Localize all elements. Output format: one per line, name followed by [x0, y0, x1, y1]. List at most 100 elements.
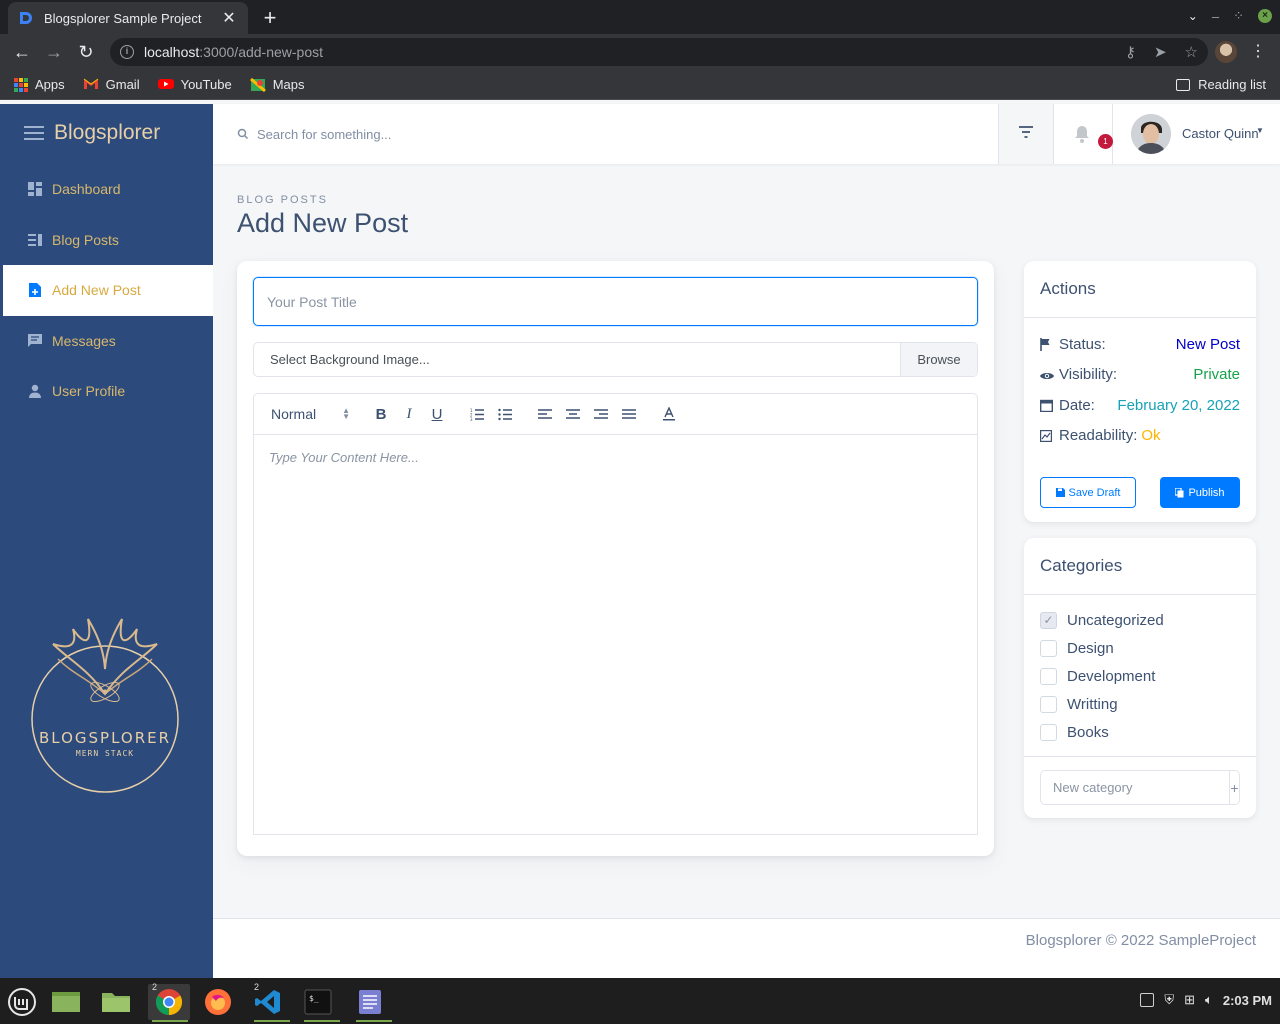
star-icon[interactable]: ☆	[1185, 43, 1198, 61]
align-justify-icon[interactable]	[615, 402, 643, 426]
sidebar-item-label: Messages	[52, 332, 116, 349]
user-menu-caret-icon[interactable]: ▼	[1256, 126, 1264, 135]
flag-icon	[1040, 337, 1053, 351]
notifications-button[interactable]: 1	[1053, 104, 1113, 164]
reading-list-icon	[1176, 78, 1191, 91]
bookmark-maps[interactable]: Maps	[249, 77, 304, 92]
ordered-list-icon[interactable]: 123	[463, 402, 491, 426]
divider	[1024, 594, 1256, 595]
user-name[interactable]: Castor Quinn	[1182, 126, 1259, 141]
bookmark-label: Apps	[35, 77, 65, 92]
note-add-icon	[28, 283, 42, 298]
hamburger-menu-icon[interactable]	[24, 126, 44, 140]
maximize-icon[interactable]: ⁘	[1233, 8, 1244, 24]
bookmark-youtube[interactable]: YouTube	[157, 77, 232, 92]
browse-button[interactable]: Browse	[900, 343, 977, 376]
align-right-icon[interactable]	[587, 402, 615, 426]
format-select[interactable]: Normal ▲ ▼	[271, 406, 367, 422]
filter-button[interactable]	[998, 104, 1053, 164]
address-bar[interactable]: i localhost:3000/add-new-post ⚷ ➤ ☆	[110, 38, 1208, 66]
minimize-icon[interactable]: ‒	[1212, 9, 1219, 24]
reading-list-button[interactable]: Reading list	[1176, 77, 1266, 92]
category-label: Design	[1067, 639, 1114, 657]
tab-search-chevron-icon[interactable]: ⌄	[1188, 9, 1198, 23]
tab-title: Blogsplorer Sample Project	[44, 10, 202, 26]
new-category-input[interactable]	[1041, 771, 1229, 804]
category-label: Uncategorized	[1067, 611, 1164, 629]
align-center-icon[interactable]	[559, 402, 587, 426]
bookmark-gmail[interactable]: Gmail	[83, 77, 140, 92]
bullet-list-icon[interactable]	[491, 402, 519, 426]
sidebar-nav: Dashboard Blog Posts Add New Post Messag…	[0, 164, 213, 417]
browser-tab[interactable]: Blogsplorer Sample Project ✕	[8, 2, 248, 34]
firefox-icon[interactable]	[200, 984, 236, 1020]
shield-icon[interactable]: ⛨	[1164, 992, 1174, 1008]
category-item[interactable]: Books	[1040, 722, 1109, 742]
chrome-taskbar-icon[interactable]: 2	[148, 982, 190, 1022]
underline-icon[interactable]: U	[423, 402, 451, 426]
bookmark-apps[interactable]: Apps	[14, 77, 65, 92]
content-editor[interactable]: Type Your Content Here...	[253, 434, 978, 835]
category-item[interactable]: Development	[1040, 666, 1155, 686]
add-category-button[interactable]: +	[1229, 771, 1239, 804]
category-item[interactable]: Writting	[1040, 694, 1118, 714]
search-input[interactable]	[257, 122, 857, 146]
category-item[interactable]: Design	[1040, 638, 1114, 658]
sidebar-item-messages[interactable]: Messages	[0, 316, 213, 367]
browser-menu-icon[interactable]: ⋮	[1250, 41, 1266, 61]
file-input-label: Select Background Image...	[270, 352, 430, 367]
save-draft-button[interactable]: Save Draft	[1040, 477, 1136, 508]
sidebar-item-add-new-post[interactable]: Add New Post	[0, 265, 213, 316]
bold-icon[interactable]: B	[367, 402, 395, 426]
avatar[interactable]	[1131, 114, 1171, 154]
clipboard-icon[interactable]	[1140, 993, 1155, 1007]
category-label: Books	[1067, 723, 1109, 741]
forward-icon[interactable]: →	[42, 40, 66, 64]
status-row: Status: New Post	[1040, 334, 1240, 354]
vscode-window-count: 2	[254, 982, 260, 992]
category-checkbox[interactable]	[1040, 667, 1057, 685]
browser-profile-avatar[interactable]	[1215, 41, 1237, 63]
category-checkbox[interactable]	[1040, 695, 1057, 713]
category-checkbox[interactable]	[1040, 723, 1057, 741]
readability-row: Readability: Ok	[1040, 425, 1240, 445]
category-item[interactable]: ✓ Uncategorized	[1040, 610, 1164, 630]
visibility-value: Private	[1193, 365, 1240, 383]
readability-value: Ok	[1141, 426, 1161, 444]
tab-close-icon[interactable]: ✕	[220, 8, 238, 28]
back-icon[interactable]: ←	[10, 40, 34, 64]
brand-name[interactable]: Blogsplorer	[54, 121, 160, 145]
files-icon[interactable]	[98, 984, 134, 1020]
vscode-icon[interactable]: 2	[250, 982, 290, 1022]
format-select-value: Normal	[271, 406, 317, 422]
visibility-row: Visibility: Private	[1040, 364, 1240, 384]
show-desktop-icon[interactable]	[48, 984, 84, 1020]
sidebar-item-user-profile[interactable]: User Profile	[0, 366, 213, 417]
reload-icon[interactable]: ↻	[74, 40, 98, 64]
site-info-icon[interactable]: i	[120, 45, 134, 59]
category-checkbox[interactable]	[1040, 639, 1057, 657]
italic-icon[interactable]: I	[395, 402, 423, 426]
send-icon[interactable]: ➤	[1154, 43, 1167, 61]
post-title-input[interactable]	[253, 277, 978, 326]
background-image-file-input[interactable]: Select Background Image... Browse	[253, 342, 978, 377]
window-close-icon[interactable]: ×	[1258, 9, 1272, 23]
volume-icon[interactable]: 🔈︎	[1205, 992, 1213, 1008]
new-tab-icon[interactable]: +	[258, 5, 282, 31]
text-editor-icon[interactable]	[352, 984, 392, 1022]
align-left-icon[interactable]	[531, 402, 559, 426]
sidebar-item-blog-posts[interactable]: Blog Posts	[0, 215, 213, 266]
terminal-icon[interactable]: $_	[300, 984, 340, 1022]
clock[interactable]: 2:03 PM	[1223, 993, 1272, 1008]
sidebar-item-dashboard[interactable]: Dashboard	[0, 164, 213, 215]
mint-menu-icon[interactable]	[4, 984, 40, 1020]
bell-icon	[1074, 125, 1090, 148]
browser-tab-strip: Blogsplorer Sample Project ✕ + ⌄ ‒ ⁘ ×	[0, 0, 1280, 34]
key-icon[interactable]: ⚷	[1125, 43, 1136, 61]
gmail-icon	[83, 78, 99, 92]
text-color-icon[interactable]	[655, 402, 683, 426]
network-icon[interactable]: ⊞	[1184, 992, 1195, 1008]
youtube-icon	[157, 78, 174, 92]
category-checkbox[interactable]: ✓	[1040, 611, 1057, 629]
publish-button[interactable]: Publish	[1160, 477, 1240, 508]
